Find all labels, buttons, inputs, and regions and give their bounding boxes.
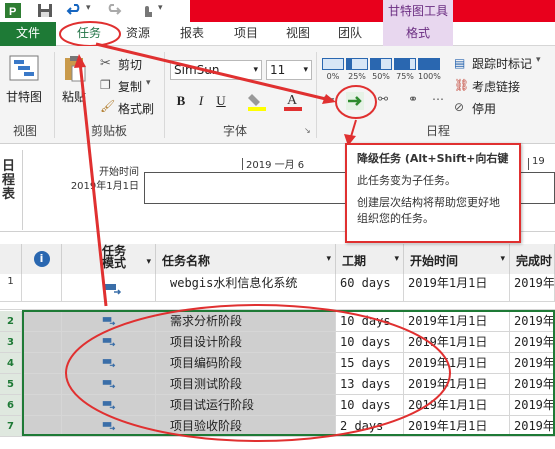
indent-tooltip: 降级任务 (Alt+Shift+向右键 此任务变为子任务。 创建层次结构将帮助您… xyxy=(345,143,521,243)
annotation-arrow-rows xyxy=(78,61,108,307)
annotation-arrow-tab-to-indent xyxy=(95,42,331,102)
tooltip-line-2: 创建层次结构将帮助您更好地组织您的任务。 xyxy=(357,196,500,225)
annotation-arrowhead xyxy=(322,94,336,104)
annotation-ellipse-rows xyxy=(65,304,451,442)
tooltip-line-1: 此任务变为子任务。 xyxy=(357,174,456,187)
annotation-arrowhead xyxy=(74,54,86,68)
tooltip-title: 降级任务 (Alt+Shift+向右键 xyxy=(357,152,509,165)
